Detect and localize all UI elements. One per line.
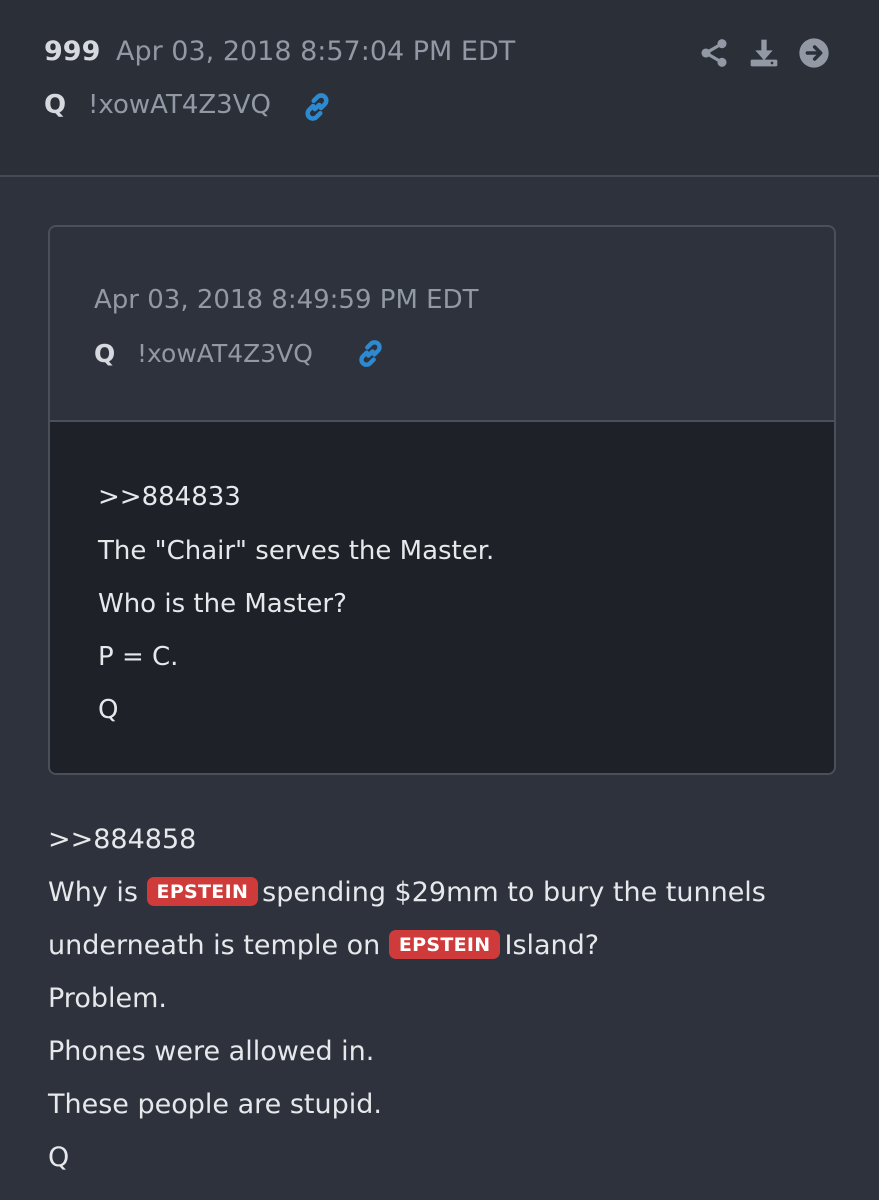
epstein-badge: EPSTEIN bbox=[388, 930, 501, 959]
post-date: Apr 03, 2018 8:57:04 PM EDT bbox=[116, 36, 516, 67]
message-line: Why is EPSTEIN spending $29mm to bury the… bbox=[48, 877, 766, 908]
quoted-post-line: P = C. bbox=[98, 642, 179, 672]
quoted-post-line: The "Chair" serves the Master. bbox=[98, 536, 495, 566]
post-header: 999 Apr 03, 2018 8:57:04 PM EDT Q !xowAT… bbox=[0, 0, 879, 177]
message-line: Phones were allowed in. bbox=[48, 1036, 375, 1067]
message-text: Island? bbox=[504, 930, 600, 961]
epstein-badge: EPSTEIN bbox=[146, 877, 259, 906]
message-signature: Q bbox=[48, 1142, 70, 1173]
download-icon[interactable] bbox=[748, 37, 780, 69]
quoted-post-reference-link[interactable]: >>884833 bbox=[98, 482, 241, 512]
quoted-post-signature: Q bbox=[98, 695, 119, 725]
post-number[interactable]: 999 bbox=[44, 36, 100, 67]
link-icon[interactable] bbox=[300, 90, 334, 124]
quoted-post-author: Q bbox=[94, 339, 116, 368]
post-tripcode: !xowAT4Z3VQ bbox=[88, 90, 271, 120]
message-reference-link[interactable]: >>884858 bbox=[48, 824, 196, 855]
quoted-post-line: Who is the Master? bbox=[98, 589, 347, 619]
link-icon[interactable] bbox=[354, 337, 387, 370]
message-text: Why is bbox=[48, 877, 138, 908]
quoted-post-tripcode: !xowAT4Z3VQ bbox=[137, 339, 313, 368]
message-text: spending $29mm to bury the tunnels bbox=[262, 877, 766, 908]
arrow-right-circle-icon[interactable] bbox=[798, 37, 830, 69]
message-line: Problem. bbox=[48, 983, 167, 1014]
message-line: These people are stupid. bbox=[48, 1089, 382, 1120]
quoted-post-header: Apr 03, 2018 8:49:59 PM EDT Q !xowAT4Z3V… bbox=[50, 227, 834, 422]
message-text: underneath is temple on bbox=[48, 930, 381, 961]
quoted-post: Apr 03, 2018 8:49:59 PM EDT Q !xowAT4Z3V… bbox=[48, 225, 836, 775]
message-line: underneath is temple on EPSTEIN Island? bbox=[48, 930, 599, 961]
share-icon[interactable] bbox=[698, 37, 730, 69]
post-author: Q bbox=[44, 90, 67, 120]
quoted-post-body: >>884833 The "Chair" serves the Master. … bbox=[50, 422, 834, 773]
quoted-post-date: Apr 03, 2018 8:49:59 PM EDT bbox=[94, 285, 479, 315]
